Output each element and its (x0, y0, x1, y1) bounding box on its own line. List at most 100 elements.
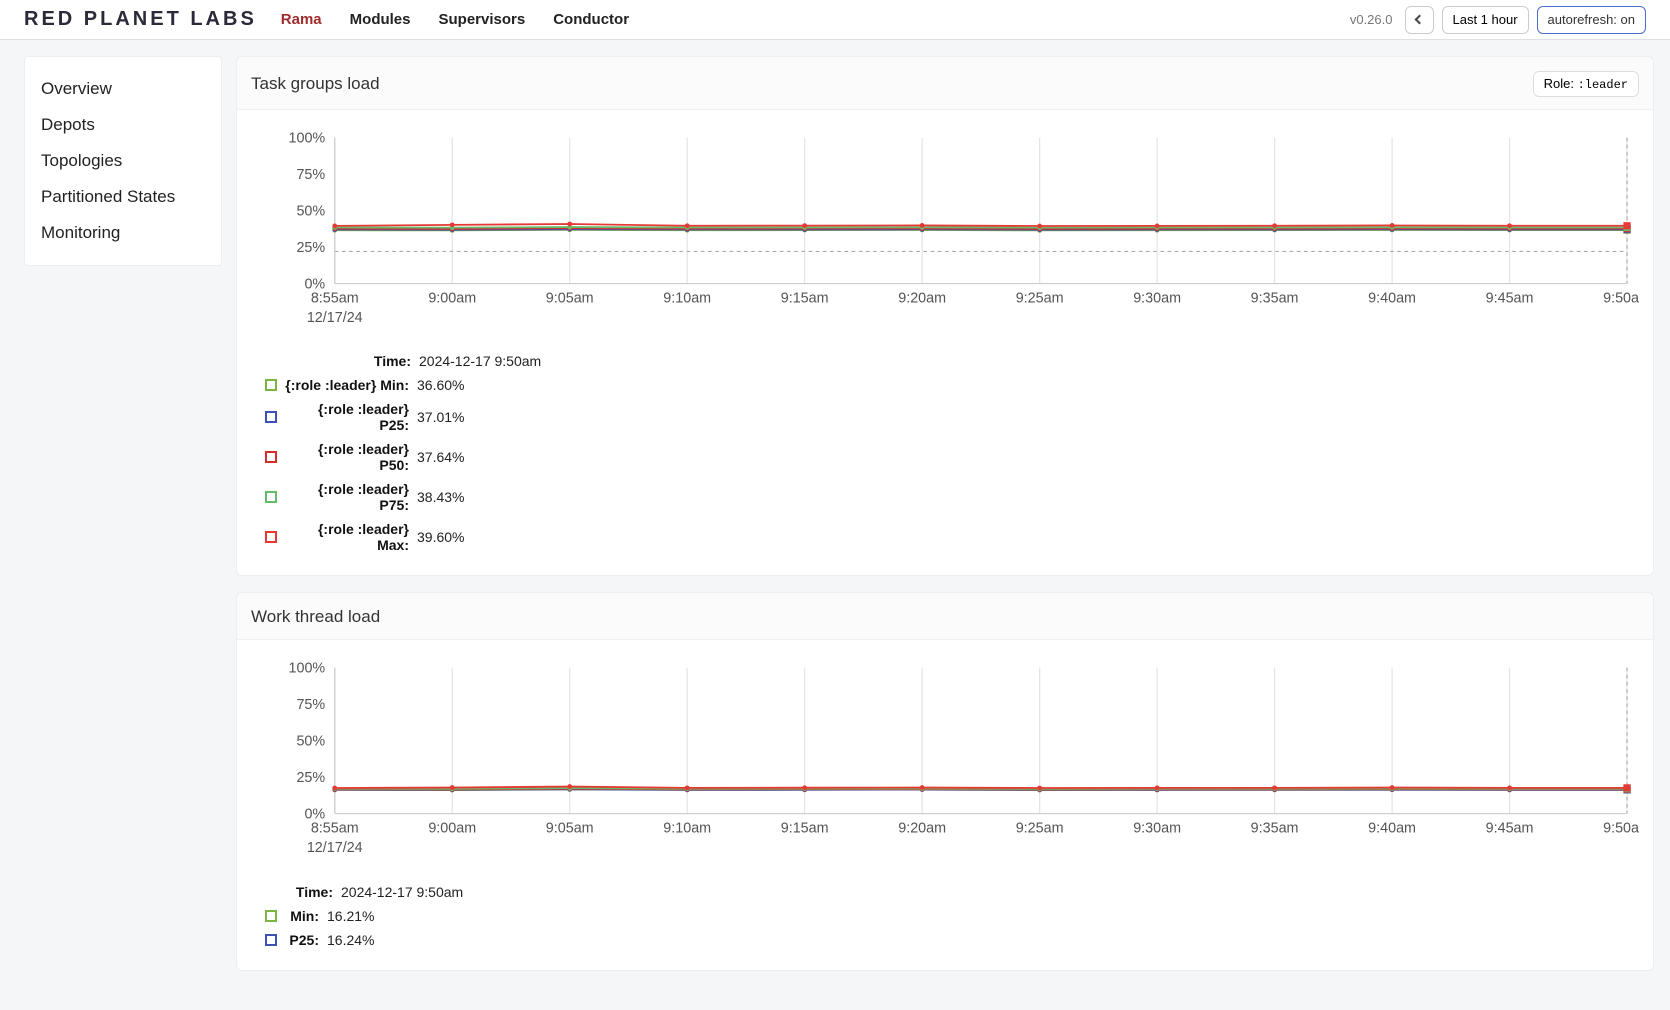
legend-label: {:role :leader} P25: (285, 401, 409, 433)
panel-task-groups-load: Task groups load Role: :leader 8:55am 12/… (236, 56, 1654, 576)
nav-supervisors[interactable]: Supervisors (439, 11, 526, 28)
svg-text:9:45am: 9:45am (1486, 291, 1534, 307)
svg-text:0%: 0% (304, 807, 325, 823)
svg-text:8:55am: 8:55am (311, 291, 359, 307)
legend-value: 39.60% (417, 529, 464, 545)
autorefresh-toggle[interactable]: autorefresh: on (1537, 6, 1646, 34)
svg-text:9:50am: 9:50am (1603, 291, 1639, 307)
panel-work-thread-load: Work thread load 8:55am 12/17/24 9:00am 9:0… (236, 592, 1654, 970)
panel-title: Work thread load (251, 607, 380, 627)
svg-text:12/17/24: 12/17/24 (307, 840, 363, 856)
sidebar-item-topologies[interactable]: Topologies (41, 143, 205, 179)
panel-header: Task groups load Role: :leader (237, 57, 1653, 110)
svg-text:50%: 50% (296, 734, 325, 750)
svg-text:25%: 25% (296, 770, 325, 786)
time-label: Time: (287, 884, 333, 900)
chart-work-thread-load: 8:55am 12/17/24 9:00am 9:05am 9:10am 9:15am 9:… (251, 658, 1639, 861)
nav-rama[interactable]: Rama (281, 11, 322, 28)
svg-text:9:00am: 9:00am (428, 291, 476, 307)
legend-value: 16.21% (327, 908, 374, 924)
svg-text:9:20am: 9:20am (898, 821, 946, 837)
legend-value: 38.43% (417, 489, 464, 505)
svg-text:9:35am: 9:35am (1251, 291, 1299, 307)
svg-text:100%: 100% (288, 661, 325, 677)
legend-swatch-icon (265, 934, 277, 946)
version-label: v0.26.0 (1350, 12, 1393, 27)
sidebar-item-partitioned-states[interactable]: Partitioned States (41, 179, 205, 215)
legend-swatch-icon (265, 411, 277, 423)
svg-text:9:15am: 9:15am (781, 291, 829, 307)
svg-text:9:20am: 9:20am (898, 291, 946, 307)
nav-conductor[interactable]: Conductor (553, 11, 629, 28)
legend-swatch-icon (265, 451, 277, 463)
legend-label: {:role :leader} P50: (285, 441, 409, 473)
svg-text:9:45am: 9:45am (1486, 821, 1534, 837)
time-value: 2024-12-17 9:50am (341, 884, 463, 900)
legend-item: {:role :leader} P25: 37.01% (265, 397, 1639, 437)
chart-task-groups-load: 8:55am 12/17/24 9:00am 9:05am 9:10am 9:15am 9:… (251, 128, 1639, 331)
main-nav: Rama Modules Supervisors Conductor (281, 11, 629, 28)
legend-swatch-icon (265, 379, 277, 391)
legend-value: 37.64% (417, 449, 464, 465)
svg-text:50%: 50% (296, 203, 325, 219)
prev-range-button[interactable] (1405, 6, 1434, 34)
legend-item: P25: 16.24% (265, 928, 1639, 952)
legend-swatch-icon (265, 531, 277, 543)
legend-swatch-icon (265, 491, 277, 503)
legend-label: P25: (285, 932, 319, 948)
nav-modules[interactable]: Modules (350, 11, 411, 28)
legend-value: 16.24% (327, 932, 374, 948)
legend-swatch-icon (265, 910, 277, 922)
svg-text:9:00am: 9:00am (428, 821, 476, 837)
svg-text:9:05am: 9:05am (546, 291, 594, 307)
svg-text:9:25am: 9:25am (1016, 821, 1064, 837)
legend-item: {:role :leader} P50: 37.64% (265, 437, 1639, 477)
legend-item: Min: 16.21% (265, 904, 1639, 928)
svg-text:9:10am: 9:10am (663, 291, 711, 307)
time-range-button[interactable]: Last 1 hour (1442, 6, 1529, 34)
app-header: RED PLANET LABS Rama Modules Supervisors… (0, 0, 1670, 40)
svg-text:9:25am: 9:25am (1016, 291, 1064, 307)
legend-task-groups-load: Time: 2024-12-17 9:50am {:role :leader} … (251, 349, 1639, 557)
panel-header: Work thread load (237, 593, 1653, 640)
legend-label: {:role :leader} Max: (285, 521, 409, 553)
sidebar-item-depots[interactable]: Depots (41, 107, 205, 143)
sidebar-item-monitoring[interactable]: Monitoring (41, 215, 205, 251)
svg-text:9:35am: 9:35am (1251, 821, 1299, 837)
svg-text:75%: 75% (296, 167, 325, 183)
chevron-left-icon (1414, 15, 1424, 25)
time-value: 2024-12-17 9:50am (419, 353, 541, 369)
svg-text:0%: 0% (304, 276, 325, 292)
legend-label: Min: (285, 908, 319, 924)
svg-text:9:50am: 9:50am (1603, 821, 1639, 837)
header-controls: v0.26.0 Last 1 hour autorefresh: on (1350, 6, 1646, 34)
role-value: :leader (1578, 78, 1628, 92)
main-content: Task groups load Role: :leader 8:55am 12/… (236, 56, 1654, 987)
svg-text:12/17/24: 12/17/24 (307, 310, 363, 326)
legend-label: {:role :leader} P75: (285, 481, 409, 513)
legend-work-thread-load: Time: 2024-12-17 9:50am Min: 16.21% P25: 16… (251, 880, 1639, 952)
sidebar-item-overview[interactable]: Overview (41, 71, 205, 107)
svg-text:9:40am: 9:40am (1368, 291, 1416, 307)
svg-text:100%: 100% (288, 130, 325, 146)
svg-text:9:30am: 9:30am (1133, 821, 1181, 837)
legend-value: 36.60% (417, 377, 464, 393)
svg-text:25%: 25% (296, 240, 325, 256)
svg-text:75%: 75% (296, 697, 325, 713)
legend-item: {:role :leader} Min:36.60% (265, 373, 1639, 397)
svg-text:9:05am: 9:05am (546, 821, 594, 837)
role-label: Role: (1544, 76, 1578, 91)
role-filter-button[interactable]: Role: :leader (1533, 71, 1639, 97)
logo: RED PLANET LABS (24, 8, 257, 31)
sidebar: Overview Depots Topologies Partitioned S… (24, 56, 222, 266)
panel-title: Task groups load (251, 74, 380, 94)
legend-value: 37.01% (417, 409, 464, 425)
svg-text:8:55am: 8:55am (311, 821, 359, 837)
svg-text:9:15am: 9:15am (781, 821, 829, 837)
legend-item: {:role :leader} Max: 39.60% (265, 517, 1639, 557)
legend-item: {:role :leader} P75: 38.43% (265, 477, 1639, 517)
svg-text:9:30am: 9:30am (1133, 291, 1181, 307)
svg-text:9:10am: 9:10am (663, 821, 711, 837)
svg-text:9:40am: 9:40am (1368, 821, 1416, 837)
time-label: Time: (287, 353, 411, 369)
